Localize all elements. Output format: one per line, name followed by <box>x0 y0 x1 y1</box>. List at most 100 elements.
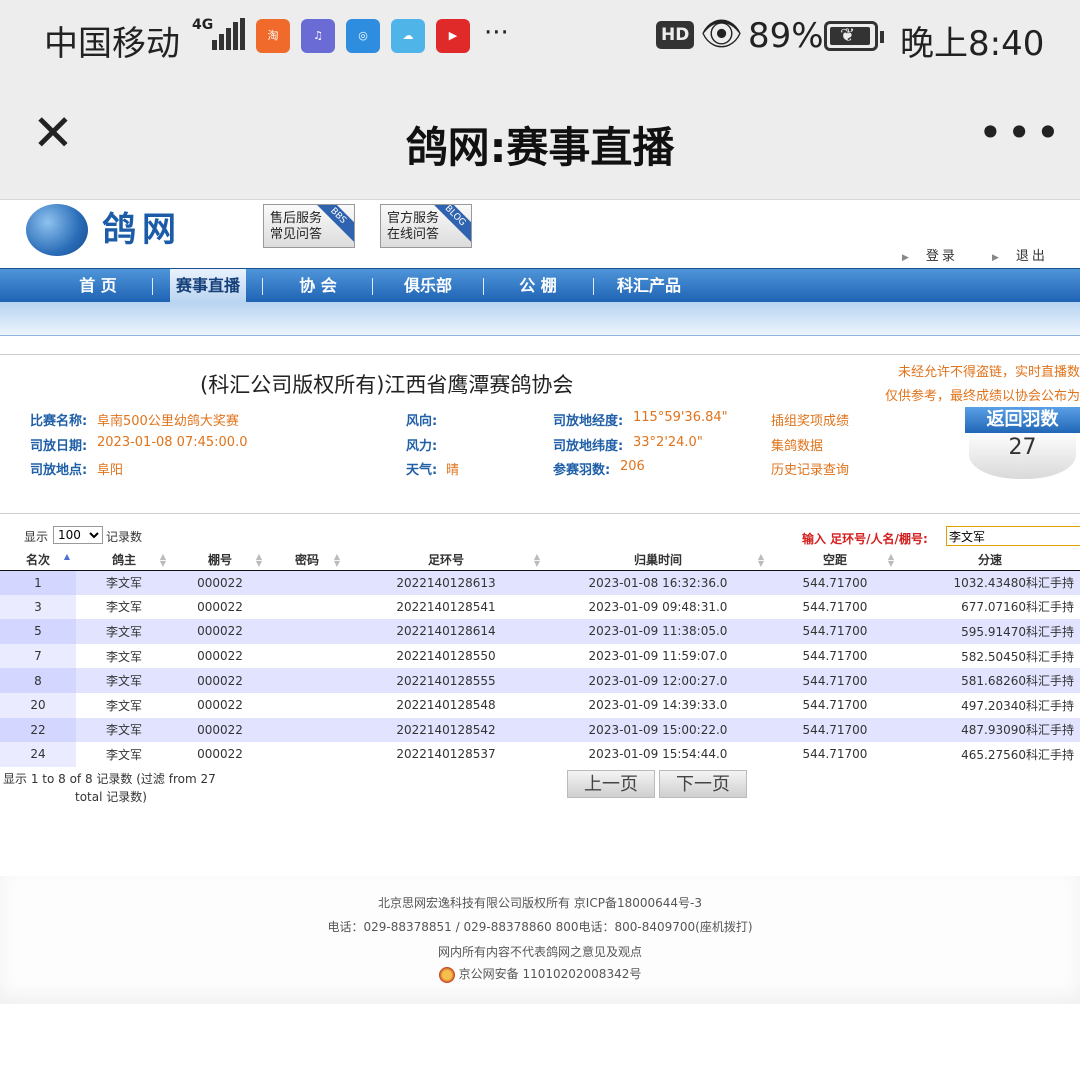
cell-speed: 1032.43480科汇手持 <box>900 570 1080 595</box>
clock: 晚上8:40 <box>900 24 1045 64</box>
table-row[interactable]: 5 李文军 000022 2022140128614 2023-01-09 11:38:… <box>0 619 1080 644</box>
cell-owner: 李文军 <box>76 742 172 767</box>
weather-app-icon: ☁ <box>391 19 425 53</box>
cell-distance: 544.71700 <box>770 594 900 620</box>
returned-count: 27 <box>969 433 1076 479</box>
status-bar: 中国移动 4G 淘 ♫ ◎ ☁ ▶ ··· HD 👁 89% ❦ 晚上8:40 <box>0 0 1080 78</box>
network-type: 4G <box>192 17 214 33</box>
logout-link[interactable]: ▶ 退出 <box>992 245 1048 264</box>
table-row[interactable]: 3 李文军 000022 2022140128541 2023-01-09 09:48:… <box>0 594 1080 620</box>
nav-home[interactable]: 首 页 <box>48 269 148 303</box>
column-header-rank[interactable]: 名次 ▲ <box>0 550 76 571</box>
cell-ring-no: 2022140128541 <box>346 594 546 620</box>
footer-police-record: 京公网安备 11010202008342号 <box>0 965 1080 983</box>
table-row[interactable]: 24 李文军 000022 2022140128537 2023-01-09 15:54… <box>0 742 1080 767</box>
cell-owner: 李文军 <box>76 643 172 669</box>
table-row[interactable]: 1 李文军 000022 2022140128613 2023-01-08 16:32:… <box>0 570 1080 595</box>
nav-association[interactable]: 协 会 <box>270 269 366 303</box>
cell-password <box>268 570 346 595</box>
column-header-arrival-time[interactable]: 归巢时间 ▲ ▼ <box>546 550 770 571</box>
cell-password <box>268 619 346 644</box>
cell-rank: 3 <box>0 594 76 620</box>
after-sales-service-button[interactable]: 售后服务 常见问答 BBS <box>263 204 355 248</box>
column-header-speed[interactable]: 分速 <box>900 550 1080 571</box>
table-row[interactable]: 7 李文军 000022 2022140128550 2023-01-09 11:59:… <box>0 643 1080 669</box>
carrier-name: 中国移动 <box>44 24 180 64</box>
prev-page-button[interactable]: 上一页 <box>567 770 655 798</box>
site-footer: 北京思网宏逸科技有限公司版权所有 京ICP备18000644号-3 电话：029… <box>0 876 1080 1004</box>
cell-password <box>268 643 346 669</box>
cell-password <box>268 717 346 743</box>
hd-icon: HD <box>656 21 695 49</box>
group-award-link[interactable]: 插组奖项成绩 <box>771 410 849 429</box>
page-size-select[interactable]: 100 <box>53 526 103 544</box>
web-page: 鸽网 售后服务 常见问答 BBS 官方服务 在线问答 BLOG ▶ 登录 ▶ 退出 … <box>0 200 1080 1092</box>
weather: 晴 <box>446 463 460 478</box>
history-query-link[interactable]: 历史记录查询 <box>771 459 849 478</box>
nav-kehui-products[interactable]: 科汇产品 <box>600 269 698 303</box>
cell-ring-no: 2022140128548 <box>346 692 546 718</box>
table-row[interactable]: 22 李文军 000022 2022140128542 2023-01-09 15:00… <box>0 717 1080 743</box>
cell-loft-no: 000022 <box>172 668 268 693</box>
cell-loft-no: 000022 <box>172 692 268 718</box>
table-row[interactable]: 20 李文军 000022 2022140128548 2023-01-09 14:39… <box>0 692 1080 718</box>
table-controls: 显示 100 记录数 输入 足环号/人名/棚号: <box>0 526 1080 548</box>
logo-globe-icon <box>26 204 88 256</box>
returned-count-badge: 返回羽数 27 <box>965 407 1080 492</box>
police-badge-icon <box>438 966 455 983</box>
cell-loft-no: 000022 <box>172 717 268 743</box>
cell-rank: 1 <box>0 570 76 595</box>
official-service-button[interactable]: 官方服务 在线问答 BLOG <box>380 204 472 248</box>
signal-icon <box>212 18 246 50</box>
cell-arrival-time: 2023-01-09 15:00:22.0 <box>546 717 770 743</box>
nav-club[interactable]: 俱乐部 <box>380 269 476 303</box>
column-header-distance[interactable]: 空距 ▲ ▼ <box>770 550 900 571</box>
footer-phone: 电话：029-88378851 / 029-88378860 800电话：800… <box>327 920 753 934</box>
table-info: 显示 1 to 8 of 8 记录数 (过滤 from 27 total 记录数… <box>3 772 216 804</box>
column-header-owner[interactable]: 鸽主 ▲ ▼ <box>76 550 172 571</box>
battery-icon: ❦ <box>824 21 878 51</box>
more-notifications-icon: ··· <box>484 18 509 48</box>
column-header-loft-no[interactable]: 棚号 ▲ ▼ <box>172 550 268 571</box>
cell-rank: 22 <box>0 717 76 743</box>
cell-distance: 544.71700 <box>770 619 900 644</box>
race-name: 阜南500公里幼鸽大奖赛 <box>97 414 239 429</box>
music-app-icon: ♫ <box>301 19 335 53</box>
table-row[interactable]: 8 李文军 000022 2022140128555 2023-01-09 12:00:… <box>0 668 1080 693</box>
cell-password <box>268 692 346 718</box>
cell-rank: 5 <box>0 619 76 644</box>
cell-loft-no: 000022 <box>172 619 268 644</box>
cell-ring-no: 2022140128542 <box>346 717 546 743</box>
reference-notice: 仅供参考，最终成绩以协会公布为 <box>884 389 1080 404</box>
cell-distance: 544.71700 <box>770 570 900 595</box>
login-link[interactable]: ▶ 登录 <box>902 245 958 264</box>
sort-icon: ▲ ▼ <box>333 552 340 568</box>
column-header-ring-no[interactable]: 足环号 ▲ ▼ <box>346 550 546 571</box>
cell-arrival-time: 2023-01-09 12:00:27.0 <box>546 668 770 693</box>
race-association-title: (科汇公司版权所有)江西省鹰潭赛鸽协会 <box>200 373 574 397</box>
nav-public-loft[interactable]: 公 棚 <box>490 269 586 303</box>
cell-arrival-time: 2023-01-09 09:48:31.0 <box>546 594 770 620</box>
more-menu-icon[interactable]: ••• <box>978 108 1064 157</box>
column-header-password[interactable]: 密码 ▲ ▼ <box>268 550 346 571</box>
cell-distance: 544.71700 <box>770 692 900 718</box>
next-page-button[interactable]: 下一页 <box>659 770 747 798</box>
cell-arrival-time: 2023-01-09 14:39:33.0 <box>546 692 770 718</box>
site-logo[interactable]: 鸽网 <box>102 202 182 251</box>
arrow-right-icon: ▶ <box>902 253 912 263</box>
nav-live-race[interactable]: 赛事直播 <box>170 269 246 303</box>
cell-password <box>268 668 346 693</box>
main-nav: 首 页 赛事直播 协 会 俱乐部 公 棚 科汇产品 <box>0 268 1080 303</box>
cell-password <box>268 742 346 767</box>
search-input[interactable] <box>946 526 1080 546</box>
basketing-data-link[interactable]: 集鸽数据 <box>771 435 823 454</box>
red-app-icon: ▶ <box>436 19 470 53</box>
taobao-app-icon: 淘 <box>256 19 290 53</box>
battery-percent: 89% <box>748 16 824 56</box>
cell-arrival-time: 2023-01-09 11:38:05.0 <box>546 619 770 644</box>
cell-ring-no: 2022140128614 <box>346 619 546 644</box>
cell-distance: 544.71700 <box>770 717 900 743</box>
cell-ring-no: 2022140128555 <box>346 668 546 693</box>
cell-rank: 24 <box>0 742 76 767</box>
cell-owner: 李文军 <box>76 692 172 718</box>
